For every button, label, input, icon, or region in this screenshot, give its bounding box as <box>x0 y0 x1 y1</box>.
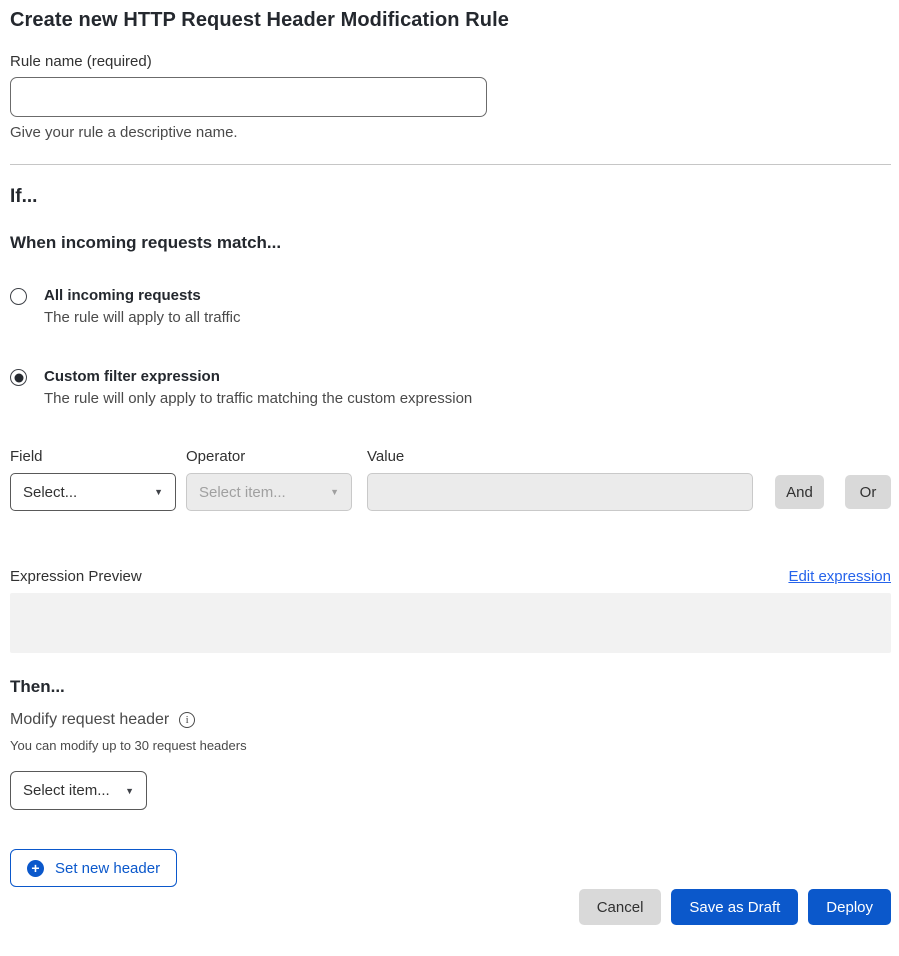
chevron-down-icon: ▼ <box>330 487 339 497</box>
page-title: Create new HTTP Request Header Modificat… <box>10 9 891 32</box>
radio-texts: Custom filter expression The rule will o… <box>44 368 472 407</box>
then-heading: Then... <box>10 677 891 697</box>
rule-name-input[interactable] <box>10 77 487 117</box>
value-input <box>367 473 753 511</box>
expression-preview-box <box>10 593 891 653</box>
if-heading: If... <box>10 186 891 208</box>
expression-preview-label: Expression Preview <box>10 568 142 585</box>
radio-option-custom-filter[interactable]: Custom filter expression The rule will o… <box>10 368 891 407</box>
operator-label: Operator <box>186 448 352 465</box>
radio-description: The rule will only apply to traffic matc… <box>44 390 472 407</box>
field-column: Field Select... ▼ <box>10 448 176 511</box>
save-as-draft-button[interactable]: Save as Draft <box>671 889 798 925</box>
deploy-button[interactable]: Deploy <box>808 889 891 925</box>
rule-name-label: Rule name (required) <box>10 53 891 70</box>
info-icon[interactable]: i <box>179 712 195 728</box>
header-item-select[interactable]: Select item... ▼ <box>10 771 147 810</box>
radio-label[interactable]: All incoming requests <box>44 287 240 304</box>
radio-label[interactable]: Custom filter expression <box>44 368 472 385</box>
operator-select: Select item... ▼ <box>186 473 352 511</box>
plus-icon: + <box>27 860 44 877</box>
modify-header-row: Modify request header i <box>10 711 891 729</box>
or-button[interactable]: Or <box>845 475 891 509</box>
modify-header-helper: You can modify up to 30 request headers <box>10 738 891 753</box>
expression-builder-row: Field Select... ▼ Operator Select item..… <box>10 448 891 511</box>
operator-column: Operator Select item... ▼ <box>186 448 352 511</box>
set-new-header-button[interactable]: + Set new header <box>10 849 177 887</box>
radio-option-all-incoming[interactable]: All incoming requests The rule will appl… <box>10 287 891 326</box>
when-subheading: When incoming requests match... <box>10 233 891 253</box>
field-label: Field <box>10 448 176 465</box>
section-divider <box>10 164 891 165</box>
expression-preview-header: Expression Preview Edit expression <box>10 568 891 585</box>
rule-name-section: Rule name (required) Give your rule a de… <box>10 53 891 141</box>
edit-expression-link[interactable]: Edit expression <box>788 568 891 585</box>
header-item-select-value: Select item... <box>23 782 110 799</box>
footer-actions: Cancel Save as Draft Deploy <box>10 889 891 925</box>
rule-name-helper: Give your rule a descriptive name. <box>10 124 891 141</box>
value-column: Value <box>367 448 753 511</box>
and-button[interactable]: And <box>775 475 824 509</box>
field-select[interactable]: Select... ▼ <box>10 473 176 511</box>
radio-description: The rule will apply to all traffic <box>44 309 240 326</box>
chevron-down-icon: ▼ <box>125 786 134 796</box>
value-label: Value <box>367 448 753 465</box>
set-new-header-label: Set new header <box>55 860 160 877</box>
radio-button[interactable] <box>10 369 27 386</box>
field-select-value: Select... <box>23 484 77 501</box>
create-rule-page: Create new HTTP Request Header Modificat… <box>0 0 899 941</box>
operator-select-value: Select item... <box>199 484 286 501</box>
chevron-down-icon: ▼ <box>154 487 163 497</box>
cancel-button[interactable]: Cancel <box>579 889 662 925</box>
modify-header-label: Modify request header <box>10 711 169 729</box>
radio-button[interactable] <box>10 288 27 305</box>
radio-texts: All incoming requests The rule will appl… <box>44 287 240 326</box>
